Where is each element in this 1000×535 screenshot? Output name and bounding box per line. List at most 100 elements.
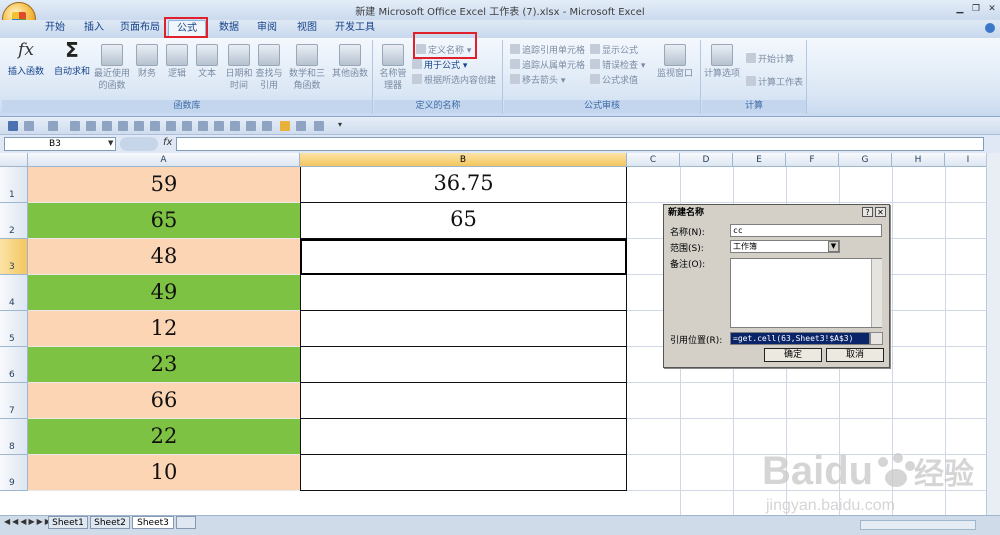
use-in-formula-button[interactable]: 用于公式 ▾ bbox=[412, 58, 467, 71]
sheet-nav-arrows-icon[interactable]: ◀◀◀▶▶▶ bbox=[4, 517, 53, 526]
tab-data[interactable]: 数据 bbox=[214, 20, 244, 36]
column-header-i[interactable]: I bbox=[945, 153, 992, 167]
autosum-button[interactable]: Σ 自动求和 bbox=[52, 40, 92, 78]
sort-icon[interactable] bbox=[150, 121, 160, 131]
sheet-tab-2[interactable]: Sheet2 bbox=[90, 516, 130, 529]
comment-textarea[interactable] bbox=[730, 258, 882, 328]
close-icon[interactable]: ✕ bbox=[986, 3, 998, 15]
ok-button[interactable]: 确定 bbox=[764, 348, 822, 362]
comment-scrollbar[interactable] bbox=[871, 259, 882, 327]
calc-now-button[interactable]: 开始计算 bbox=[746, 52, 794, 65]
column-header-d[interactable]: D bbox=[680, 153, 733, 167]
cell-a[interactable]: 65 bbox=[28, 203, 300, 239]
sheet-tab-1[interactable]: Sheet1 bbox=[48, 516, 88, 529]
logical-button[interactable]: 逻辑 bbox=[164, 44, 190, 80]
cell-b[interactable] bbox=[300, 275, 627, 311]
insert-function-button[interactable]: fx 插入函数 bbox=[6, 42, 46, 78]
column-header-c[interactable]: C bbox=[627, 153, 680, 167]
scope-select[interactable]: 工作簿 bbox=[730, 240, 840, 253]
filter-icon[interactable] bbox=[166, 121, 176, 131]
column-header-b[interactable]: B bbox=[300, 153, 627, 167]
column-header-e[interactable]: E bbox=[733, 153, 786, 167]
select-all-corner[interactable] bbox=[0, 153, 28, 167]
cell-b[interactable] bbox=[300, 419, 627, 455]
datetime-button[interactable]: 日期和时间 bbox=[224, 44, 254, 92]
cell-b[interactable]: 36.75 bbox=[300, 167, 627, 203]
column-header-a[interactable]: A bbox=[28, 153, 300, 167]
horizontal-scrollbar[interactable] bbox=[860, 520, 976, 530]
other-functions-button[interactable]: 其他函数 bbox=[330, 44, 370, 80]
trace-dependents-button[interactable]: 追踪从属单元格 bbox=[510, 58, 585, 71]
table-icon[interactable] bbox=[134, 121, 144, 131]
math-button[interactable]: 数学和三角函数 bbox=[286, 44, 328, 92]
camera-icon[interactable] bbox=[296, 121, 306, 131]
cell-b[interactable]: 65 bbox=[300, 203, 627, 239]
cell-a[interactable]: 12 bbox=[28, 311, 300, 347]
cell-b[interactable] bbox=[300, 383, 627, 419]
format-painter-icon[interactable] bbox=[280, 121, 290, 131]
customize-qat-icon[interactable]: ▾ bbox=[338, 120, 342, 129]
text-button[interactable]: 文本 bbox=[194, 44, 220, 80]
evaluate-formula-button[interactable]: 公式求值 bbox=[590, 73, 638, 86]
name-input[interactable]: cc bbox=[730, 224, 882, 237]
redo-icon[interactable] bbox=[48, 121, 58, 131]
chevron-down-icon[interactable]: ▼ bbox=[828, 241, 839, 252]
tab-insert[interactable]: 插入 bbox=[80, 20, 108, 36]
name-box-dropdown-icon[interactable]: ▼ bbox=[108, 139, 113, 147]
financial-button[interactable]: 财务 bbox=[134, 44, 160, 80]
remove-arrows-button[interactable]: 移去箭头 ▾ bbox=[510, 73, 565, 86]
row-header[interactable]: 8 bbox=[0, 419, 28, 455]
tab-home[interactable]: 开始 bbox=[40, 20, 70, 36]
create-from-selection-button[interactable]: 根据所选内容创建 bbox=[412, 73, 496, 86]
cell-a[interactable]: 10 bbox=[28, 455, 300, 491]
help-icon[interactable]: ? bbox=[862, 207, 873, 217]
cell-b[interactable] bbox=[300, 347, 627, 383]
new-icon[interactable] bbox=[70, 121, 80, 131]
row-header[interactable]: 3 bbox=[0, 239, 28, 275]
save-icon[interactable] bbox=[8, 121, 18, 131]
tab-developer[interactable]: 开发工具 bbox=[332, 20, 378, 36]
paste-icon[interactable] bbox=[262, 121, 272, 131]
minimize-icon[interactable]: ▁ bbox=[954, 3, 966, 15]
watch-window-button[interactable]: 监视窗口 bbox=[654, 44, 696, 80]
cell-a[interactable]: 48 bbox=[28, 239, 300, 275]
cell-b-active[interactable] bbox=[300, 239, 627, 275]
cancel-button[interactable]: 取消 bbox=[826, 348, 884, 362]
row-header[interactable]: 5 bbox=[0, 311, 28, 347]
cell-a[interactable]: 49 bbox=[28, 275, 300, 311]
error-check-button[interactable]: 错误检查 ▾ bbox=[590, 58, 645, 71]
formula-bar-grip[interactable] bbox=[120, 137, 158, 151]
cell-a[interactable]: 23 bbox=[28, 347, 300, 383]
open-icon[interactable] bbox=[86, 121, 96, 131]
tab-page-layout[interactable]: 页面布局 bbox=[118, 20, 162, 36]
tab-review[interactable]: 审阅 bbox=[252, 20, 282, 36]
column-header-h[interactable]: H bbox=[892, 153, 945, 167]
cell-a[interactable]: 59 bbox=[28, 167, 300, 203]
cell-b[interactable] bbox=[300, 455, 627, 491]
cell-b[interactable] bbox=[300, 311, 627, 347]
calc-sheet-button[interactable]: 计算工作表 bbox=[746, 75, 803, 88]
show-formulas-button[interactable]: 显示公式 bbox=[590, 43, 638, 56]
row-header[interactable]: 9 bbox=[0, 455, 28, 491]
collapse-dialog-icon[interactable] bbox=[870, 332, 883, 345]
underline-icon[interactable] bbox=[230, 121, 240, 131]
column-header-f[interactable]: F bbox=[786, 153, 839, 167]
tab-view[interactable]: 视图 bbox=[292, 20, 322, 36]
trace-precedents-button[interactable]: 追踪引用单元格 bbox=[510, 43, 585, 56]
hyperlink-icon[interactable] bbox=[314, 121, 324, 131]
preview-icon[interactable] bbox=[118, 121, 128, 131]
sum-icon[interactable] bbox=[246, 121, 256, 131]
row-header[interactable]: 6 bbox=[0, 347, 28, 383]
row-header[interactable]: 2 bbox=[0, 203, 28, 239]
name-box[interactable]: B3 bbox=[4, 137, 116, 151]
insert-function-icon[interactable]: fx bbox=[163, 137, 172, 148]
row-header[interactable]: 7 bbox=[0, 383, 28, 419]
cell-a[interactable]: 66 bbox=[28, 383, 300, 419]
name-manager-button[interactable]: 名称管理器 bbox=[376, 44, 410, 92]
lookup-button[interactable]: 查找与引用 bbox=[254, 44, 284, 92]
row-header[interactable]: 4 bbox=[0, 275, 28, 311]
formula-input[interactable] bbox=[176, 137, 984, 151]
calc-options-button[interactable]: 计算选项 bbox=[704, 44, 740, 80]
help-icon[interactable] bbox=[985, 23, 995, 33]
refers-to-input[interactable]: =get.cell(63,Sheet3!$A$3) bbox=[730, 332, 870, 345]
